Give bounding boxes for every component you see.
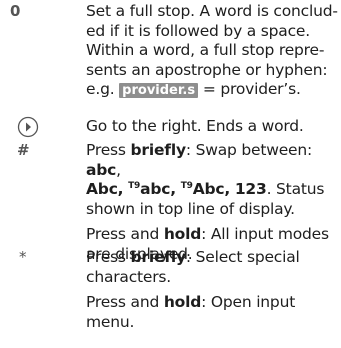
description-line: shown in top line of display. xyxy=(86,199,295,218)
t9-superscript: T9 xyxy=(180,181,193,191)
bold-text: briefly xyxy=(130,141,187,159)
description-line: Set a full stop. A word is conclud- xyxy=(86,2,338,20)
example-highlight: provider.s xyxy=(119,83,199,98)
mode-123: 123 xyxy=(234,180,267,198)
text: : All input modes xyxy=(201,225,329,243)
key-zero-label: 0 xyxy=(10,2,21,20)
key-hash-description: Press briefly: Swap between: abc, Abc, T… xyxy=(86,141,341,264)
description-line: Within a word, a full stop repre- xyxy=(86,41,325,59)
text: . Status xyxy=(266,180,325,198)
description-line: sents an apostrophe or hyphen: xyxy=(86,60,328,79)
mode-t9abc: abc, xyxy=(140,180,176,198)
mode-t9Abc: Abc, xyxy=(192,180,231,198)
key-hash-label: # xyxy=(17,141,30,159)
text: : Select special xyxy=(185,248,300,266)
example-suffix: = provider’s. xyxy=(202,80,301,98)
description-line: ed if it is followed by a space. xyxy=(86,21,310,40)
mode-Abc: Abc, xyxy=(86,180,124,198)
key-zero-description: Set a full stop. A word is conclud- ed i… xyxy=(86,2,341,101)
example-line: e.g. provider.s = provider’s. xyxy=(86,80,341,101)
description-line: Abc, T9abc, T9Abc, 123. Status xyxy=(86,180,341,200)
description-line: characters. xyxy=(86,267,172,286)
t9-superscript: T9 xyxy=(128,181,141,191)
key-star-description: Press briefly: Select special characters… xyxy=(86,248,341,332)
key-star-label: * xyxy=(19,248,27,266)
bold-text: hold xyxy=(163,225,202,243)
description-line: menu. xyxy=(86,312,135,331)
text: : Open input xyxy=(201,293,296,311)
text: Press xyxy=(86,141,126,159)
mode-abc: abc xyxy=(86,160,117,179)
description-line: Press and hold: Open input xyxy=(86,293,341,313)
nav-key-description: Go to the right. Ends a word. xyxy=(86,117,341,137)
description-line: Press and hold: All input modes xyxy=(86,225,341,245)
description-line: Press briefly: Select special xyxy=(86,248,341,268)
text: Press xyxy=(86,248,126,266)
example-prefix: e.g. xyxy=(86,80,115,98)
text: Press and xyxy=(86,293,160,311)
bold-text: briefly xyxy=(130,248,187,266)
description-line: Go to the right. Ends a word. xyxy=(86,117,304,135)
navigation-key-right-icon xyxy=(17,116,39,138)
text: : Swap between: xyxy=(185,141,313,159)
text: Press and xyxy=(86,225,160,243)
description-line: Press briefly: Swap between: abc, xyxy=(86,141,313,179)
bold-text: hold xyxy=(163,293,202,311)
